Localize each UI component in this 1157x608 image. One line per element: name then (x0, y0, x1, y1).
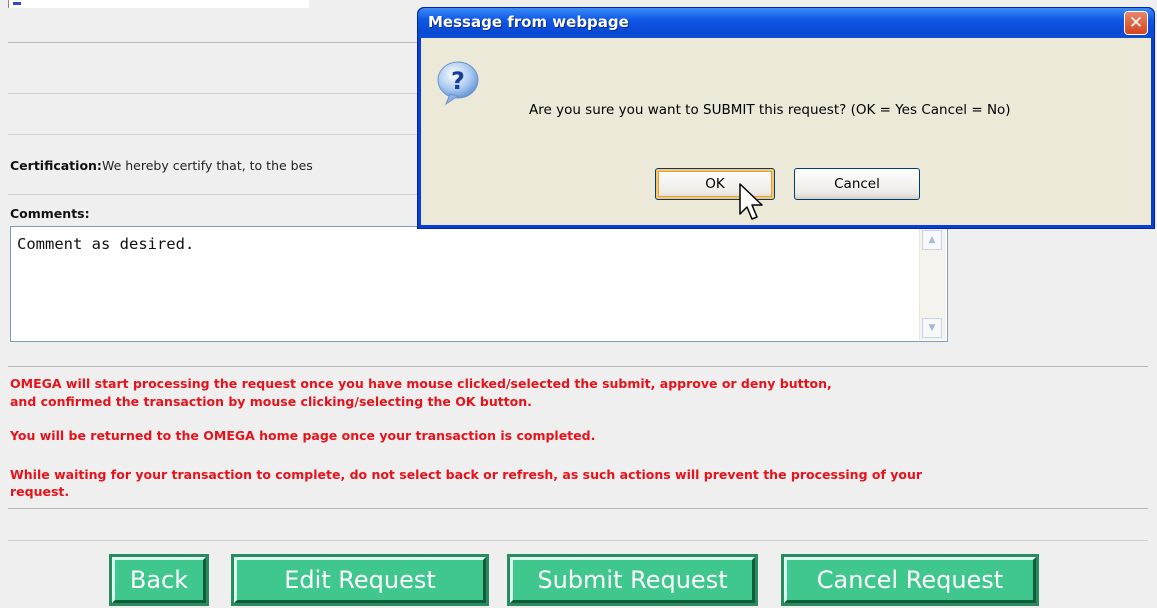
divider (8, 508, 1148, 509)
certification-text: Certification:We hereby certify that, to… (10, 158, 313, 173)
confirm-dialog: Message from webpage ✕ ? Are you sure yo… (417, 7, 1155, 229)
comments-scrollbar[interactable]: ▲ ▼ (919, 228, 946, 340)
notice-line: You will be returned to the OMEGA home p… (10, 428, 596, 443)
cancel-request-button[interactable]: Cancel Request (781, 554, 1039, 606)
comments-label: Comments: (10, 206, 90, 221)
scroll-down-icon[interactable]: ▼ (922, 318, 942, 338)
notice-line: OMEGA will start processing the request … (10, 376, 832, 391)
comments-textarea[interactable]: Comment as desired. ▲ ▼ (10, 226, 948, 342)
notice-line: and confirmed the transaction by mouse c… (10, 394, 532, 409)
dialog-message: Are you sure you want to SUBMIT this req… (529, 102, 1011, 118)
comments-value[interactable]: Comment as desired. (17, 235, 194, 253)
field-mark (13, 2, 21, 5)
dialog-title: Message from webpage (428, 13, 629, 31)
submit-request-button[interactable]: Submit Request (507, 554, 758, 606)
scroll-up-icon[interactable]: ▲ (922, 230, 942, 250)
svg-text:?: ? (451, 67, 465, 95)
top-field-remnant (8, 0, 309, 8)
dialog-body: ? Are you sure you want to SUBMIT this r… (421, 38, 1151, 225)
notice-line: request. (10, 484, 70, 499)
divider (8, 366, 1148, 367)
mouse-pointer-icon (739, 183, 763, 220)
edit-request-button[interactable]: Edit Request (231, 554, 489, 606)
action-buttons: Back Edit Request Submit Request Cancel … (0, 554, 1157, 608)
cancel-button[interactable]: Cancel (794, 168, 920, 200)
close-icon[interactable]: ✕ (1124, 11, 1148, 35)
certification-label: Certification: (10, 158, 102, 173)
certification-body: We hereby certify that, to the bes (101, 158, 313, 173)
question-icon: ? (437, 61, 479, 106)
back-button[interactable]: Back (109, 554, 209, 606)
notice-line: While waiting for your transaction to co… (10, 467, 923, 482)
dialog-titlebar[interactable]: Message from webpage ✕ (418, 8, 1154, 38)
divider (8, 540, 1148, 541)
